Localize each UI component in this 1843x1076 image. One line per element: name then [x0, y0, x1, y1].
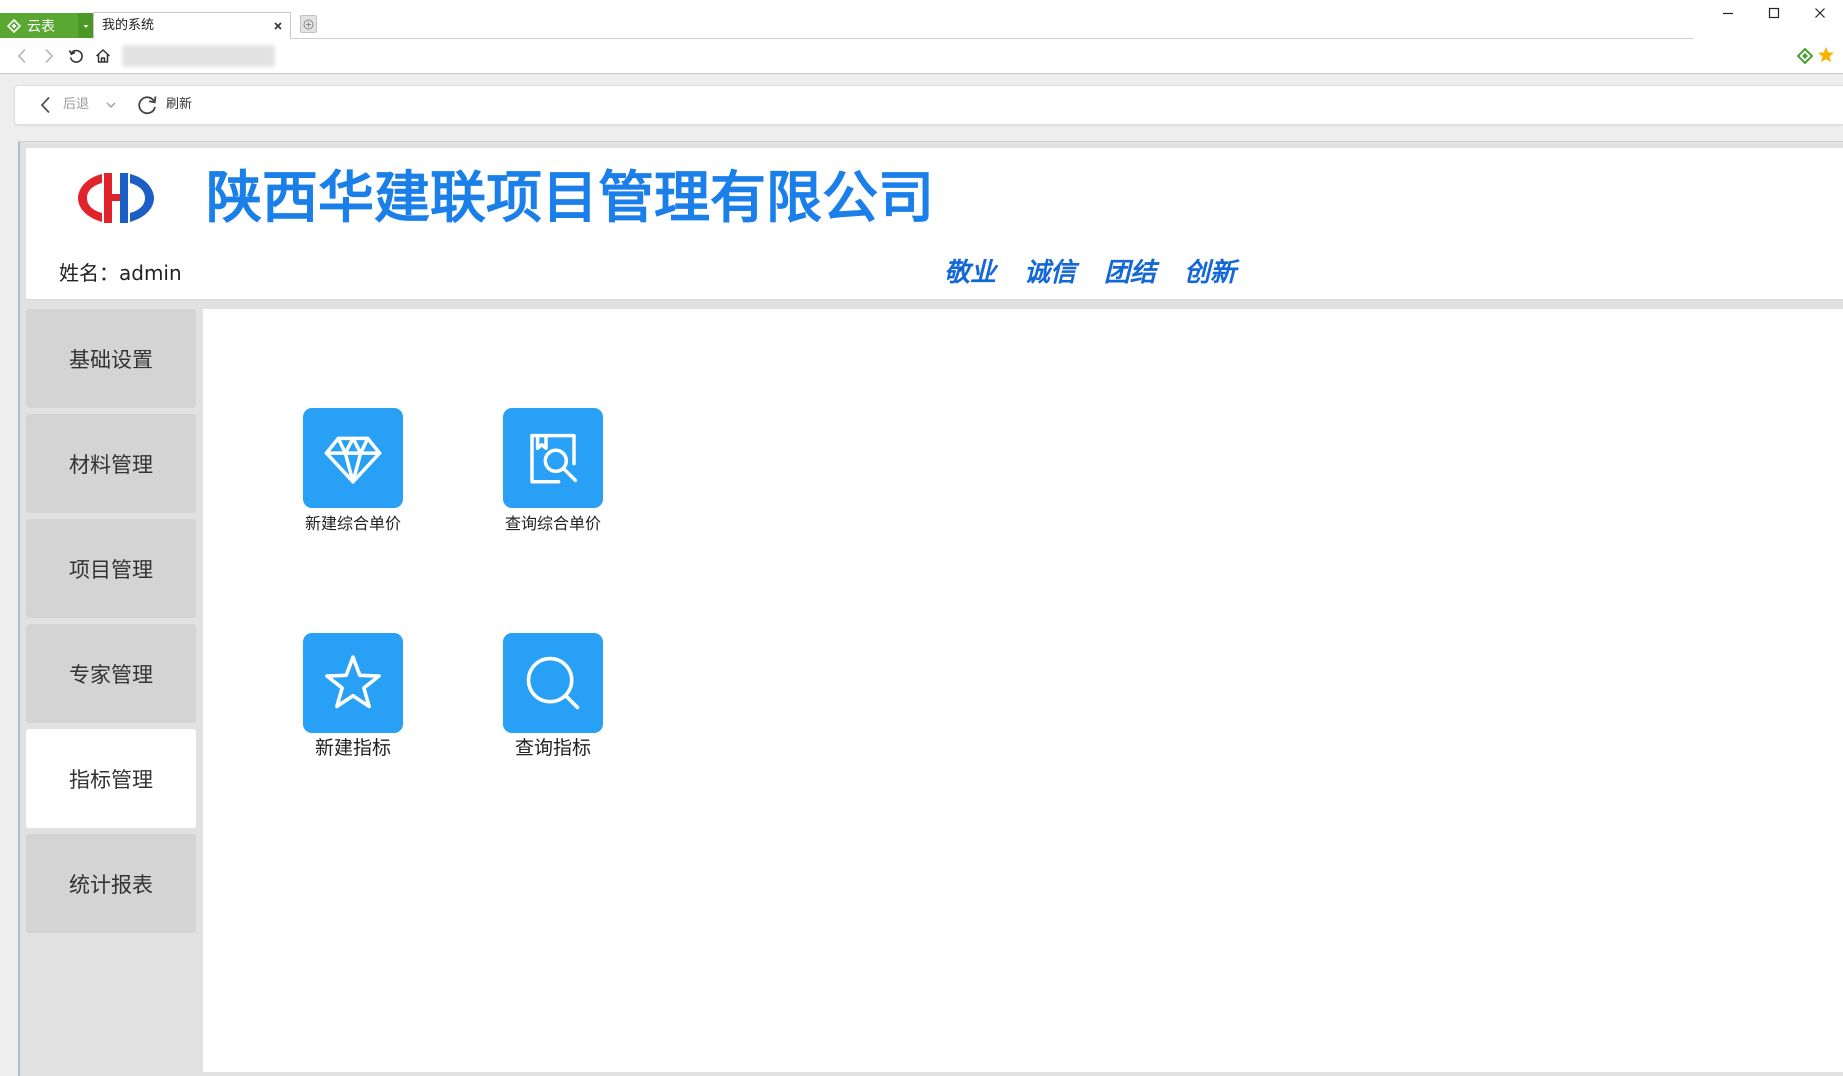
sidebar-item-materials[interactable]: 材料管理	[26, 414, 196, 513]
slogan-word: 敬业	[944, 258, 997, 288]
sidebar-item-projects[interactable]: 项目管理	[26, 519, 196, 618]
plus-icon	[303, 19, 314, 30]
browser-forward-button[interactable]	[40, 47, 58, 65]
query-indicator-button[interactable]	[503, 633, 603, 733]
sidebar-item-basic-settings[interactable]: 基础设置	[26, 309, 196, 408]
green-diamond-icon[interactable]	[1797, 48, 1813, 64]
app-diamond-icon	[7, 18, 21, 33]
chevron-left-icon[interactable]	[39, 96, 51, 114]
slogan-word: 团结	[1104, 258, 1157, 288]
favorite-star-icon[interactable]	[1817, 46, 1835, 64]
company-logo-icon	[76, 170, 156, 226]
browser-tab[interactable]: 我的系统	[93, 12, 291, 39]
close-tab-icon[interactable]	[274, 22, 282, 30]
chevron-down-icon[interactable]	[106, 101, 116, 109]
new-composite-price-button[interactable]	[303, 408, 403, 508]
sidebar-item-indicators[interactable]: 指标管理	[26, 729, 196, 828]
main-content	[203, 309, 1843, 1072]
app-button[interactable]: 云表	[0, 13, 78, 38]
home-icon	[95, 48, 111, 64]
sidebar-item-label: 指标管理	[69, 767, 153, 792]
new-tab-button[interactable]	[300, 15, 317, 33]
minimize-icon	[1722, 7, 1734, 19]
refresh-icon[interactable]	[135, 93, 159, 117]
reload-icon	[68, 48, 84, 64]
app-dropdown-button[interactable]	[78, 13, 93, 38]
app-button-label: 云表	[27, 18, 55, 35]
sidebar-item-reports[interactable]: 统计报表	[26, 834, 196, 933]
search-icon	[517, 647, 589, 719]
sidebar-item-label: 项目管理	[69, 557, 153, 582]
user-name-label: 姓名：admin	[59, 261, 182, 285]
browser-reload-button[interactable]	[67, 47, 85, 65]
tile-label[interactable]: 新建指标	[253, 737, 453, 759]
close-window-button[interactable]	[1808, 5, 1832, 21]
forward-icon	[43, 48, 55, 64]
tile-label[interactable]: 查询综合单价	[453, 514, 653, 534]
tile-label[interactable]: 查询指标	[453, 737, 653, 759]
maximize-button[interactable]	[1762, 5, 1786, 21]
tab-title: 我的系统	[102, 18, 155, 33]
query-composite-price-button[interactable]	[503, 408, 603, 508]
back-button[interactable]: 后退	[63, 86, 89, 124]
tile-label[interactable]: 新建综合单价	[253, 514, 453, 534]
sidebar-item-label: 材料管理	[69, 452, 153, 477]
browser-back-button[interactable]	[13, 47, 31, 65]
new-indicator-button[interactable]	[303, 633, 403, 733]
maximize-icon	[1768, 7, 1780, 19]
app-toolbar: 后退 刷新	[14, 85, 1843, 125]
document-search-icon	[518, 423, 588, 493]
slogan-word: 创新	[1184, 258, 1237, 288]
sidebar-item-label: 统计报表	[69, 872, 153, 897]
star-icon	[317, 647, 389, 719]
minimize-button[interactable]	[1716, 5, 1740, 21]
browser-home-button[interactable]	[94, 47, 112, 65]
address-bar-blurred[interactable]	[122, 45, 275, 67]
sidebar-item-label: 基础设置	[69, 347, 153, 372]
page-header: 陕西华建联项目管理有限公司 姓名：admin 敬业 诚信 团结 创新	[26, 148, 1843, 300]
sidebar-item-label: 专家管理	[69, 662, 153, 687]
tab-strip-divider	[291, 38, 1693, 39]
close-icon	[1814, 7, 1826, 19]
caret-down-icon	[82, 22, 90, 30]
back-icon	[16, 48, 28, 64]
refresh-button[interactable]: 刷新	[166, 86, 192, 124]
diamond-icon	[318, 423, 388, 493]
company-slogan: 敬业 诚信 团结 创新	[944, 257, 1264, 289]
slogan-word: 诚信	[1024, 258, 1077, 288]
sidebar-item-experts[interactable]: 专家管理	[26, 624, 196, 723]
company-title: 陕西华建联项目管理有限公司	[206, 166, 934, 231]
